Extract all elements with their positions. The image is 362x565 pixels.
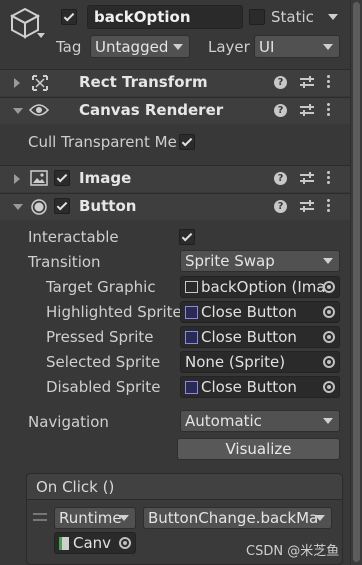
foldout-arrow-icon[interactable] [13,108,23,114]
interactable-checkbox[interactable] [179,229,195,245]
chevron-down-icon [315,515,325,521]
chevron-down-icon [323,43,333,50]
layer-value: UI [259,37,275,56]
preset-icon[interactable] [300,172,314,184]
transition-label: Transition [28,253,101,271]
navigation-label: Navigation [28,413,109,431]
button-enabled-checkbox[interactable] [54,198,70,214]
target-graphic-value: backOption (Ima [201,278,326,296]
watermark: CSDN @米芝鱼 [246,544,340,559]
kebab-menu-icon[interactable] [327,103,331,117]
chevron-down-icon [173,43,183,50]
scrollbar[interactable] [350,0,362,565]
runtime-value: Runtime [59,509,122,527]
selected-sprite-label: Selected Sprite [46,353,161,371]
event-object-field[interactable]: Canv [54,532,136,554]
pressed-sprite-field[interactable]: Close Button [180,326,340,348]
drag-handle-icon[interactable] [33,513,47,521]
object-picker-icon[interactable] [323,381,335,393]
canvas-renderer-title: Canvas Renderer [79,101,224,119]
image-title: Image [79,169,132,187]
kebab-menu-icon[interactable] [327,75,331,89]
transition-value: Sprite Swap [185,252,275,270]
chevron-down-icon [323,258,333,264]
static-checkbox[interactable] [249,9,265,25]
help-icon[interactable]: ? [274,104,287,117]
chevron-down-icon [323,418,333,424]
tag-label: Tag [56,38,82,56]
highlighted-sprite-label: Highlighted Sprite [46,303,182,321]
runtime-dropdown[interactable]: Runtime [54,507,136,529]
static-dropdown-arrow-icon[interactable] [328,14,338,20]
on-click-label: On Click () [36,478,115,496]
tag-value: Untagged [95,37,169,56]
chevron-down-icon [119,515,129,521]
preset-icon[interactable] [300,200,314,212]
scrollbar-thumb[interactable] [353,2,360,562]
visualize-button[interactable]: Visualize [177,438,340,460]
rect-transform-icon [32,75,48,91]
script-icon [59,536,69,550]
function-dropdown[interactable]: ButtonChange.backMa [143,507,332,529]
cull-transparent-label: Cull Transparent Mes [28,133,176,151]
pressed-sprite-value: Close Button [201,328,297,346]
highlighted-sprite-value: Close Button [201,303,297,321]
static-label: Static [271,8,314,26]
object-picker-icon[interactable] [323,356,335,368]
disabled-sprite-value: Close Button [201,378,297,396]
image-icon [30,170,48,186]
help-icon[interactable]: ? [274,200,287,213]
highlighted-sprite-field[interactable]: Close Button [180,301,340,323]
interactable-label: Interactable [28,228,119,246]
sprite-icon [185,330,198,344]
navigation-dropdown[interactable]: Automatic [180,410,340,432]
object-picker-icon[interactable] [323,306,335,318]
active-checkbox[interactable] [61,9,77,25]
preset-icon[interactable] [300,104,314,116]
layer-label: Layer [208,38,250,56]
kebab-menu-icon[interactable] [327,199,331,213]
tag-dropdown[interactable]: Untagged [90,35,190,58]
eye-icon [28,103,50,117]
event-object-value: Canv [73,534,112,552]
button-title: Button [79,197,137,215]
kebab-menu-icon[interactable] [327,171,331,185]
pressed-sprite-label: Pressed Sprite [46,328,154,346]
foldout-arrow-icon[interactable] [13,204,23,210]
transition-dropdown[interactable]: Sprite Swap [180,250,340,272]
foldout-arrow-icon[interactable] [14,174,20,184]
selected-sprite-value: None (Sprite) [185,353,286,371]
button-icon [31,199,47,215]
image-icon [185,281,198,293]
layer-dropdown[interactable]: UI [254,35,340,58]
sprite-icon [185,305,198,319]
navigation-value: Automatic [185,412,262,430]
selected-sprite-field[interactable]: None (Sprite) [180,351,340,373]
preset-icon[interactable] [300,76,314,88]
disabled-sprite-field[interactable]: Close Button [180,376,340,398]
sprite-icon [185,380,198,394]
help-icon[interactable]: ? [274,172,287,185]
function-value: ButtonChange.backMa [148,509,319,527]
target-graphic-field[interactable]: backOption (Ima [180,276,340,298]
image-header[interactable] [0,165,350,192]
icon-dropdown-arrow-icon[interactable] [37,33,45,38]
cull-transparent-checkbox[interactable] [179,134,195,150]
image-enabled-checkbox[interactable] [54,170,70,186]
object-picker-icon[interactable] [323,281,335,293]
name-field[interactable]: backOption [87,5,243,29]
target-graphic-label: Target Graphic [46,278,156,296]
object-picker-icon[interactable] [119,537,131,549]
rect-transform-title: Rect Transform [79,73,208,91]
help-icon[interactable]: ? [274,76,287,89]
foldout-arrow-icon[interactable] [14,78,20,88]
object-picker-icon[interactable] [323,331,335,343]
button-header[interactable] [0,193,350,220]
disabled-sprite-label: Disabled Sprite [46,378,161,396]
